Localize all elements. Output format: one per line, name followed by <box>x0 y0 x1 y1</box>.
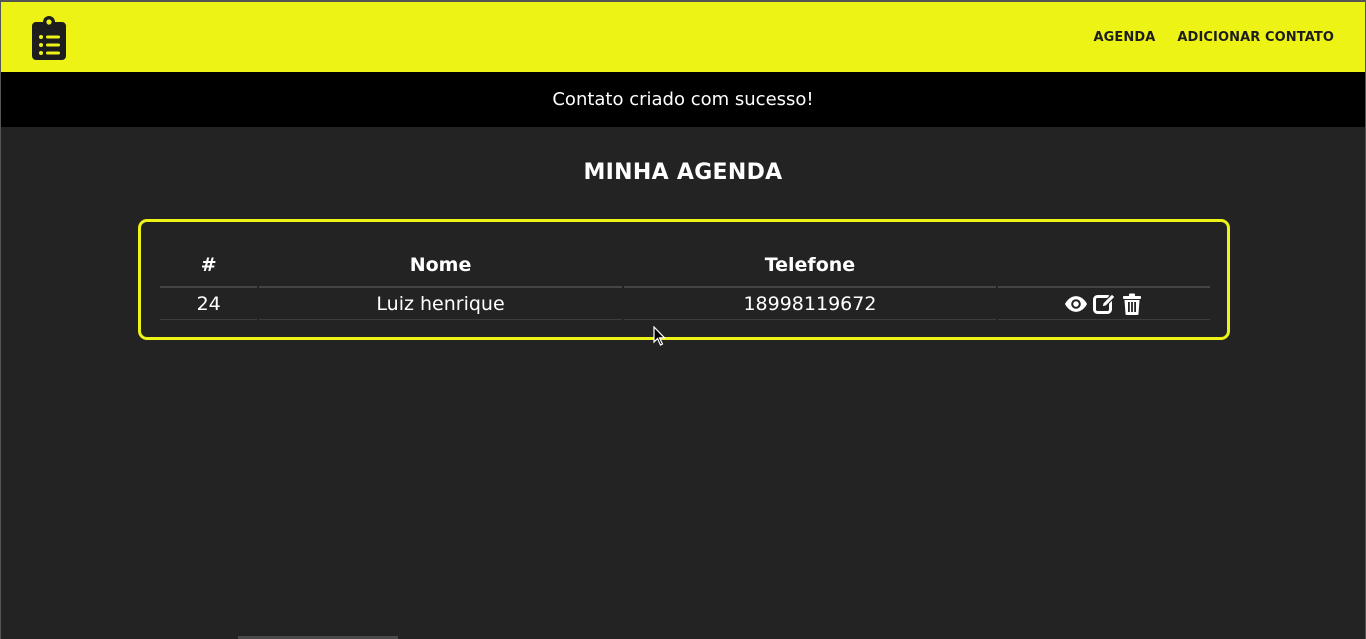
clipboard-list-icon[interactable] <box>31 14 67 60</box>
cell-telefone: 18998119672 <box>623 288 997 320</box>
table-header-row: # Nome Telefone <box>160 244 1210 288</box>
header-id: # <box>160 244 258 288</box>
page: AGENDA ADICIONAR CONTATO Contato criado … <box>0 0 1366 639</box>
contacts-table: # Nome Telefone 24 Luiz henrique 1899811… <box>158 244 1212 320</box>
contacts-card: # Nome Telefone 24 Luiz henrique 1899811… <box>138 219 1230 340</box>
mouse-cursor-icon <box>653 325 667 346</box>
cell-actions <box>998 288 1210 320</box>
page-title: MINHA AGENDA <box>583 160 783 185</box>
header-nome: Nome <box>259 244 622 288</box>
edit-icon[interactable] <box>1092 292 1116 315</box>
header-actions <box>998 244 1210 288</box>
eye-icon[interactable] <box>1064 293 1088 315</box>
header-telefone: Telefone <box>623 244 997 288</box>
cell-id: 24 <box>160 288 258 320</box>
nav-links: AGENDA ADICIONAR CONTATO <box>1093 30 1334 45</box>
table-row: 24 Luiz henrique 18998119672 <box>160 288 1210 320</box>
nav-link-adicionar-contato[interactable]: ADICIONAR CONTATO <box>1177 30 1334 45</box>
cell-nome: Luiz henrique <box>259 288 622 320</box>
navbar: AGENDA ADICIONAR CONTATO <box>1 2 1365 72</box>
trash-icon[interactable] <box>1120 293 1144 315</box>
flash-message: Contato criado com sucesso! <box>1 72 1365 127</box>
row-actions <box>1064 292 1144 315</box>
nav-link-agenda[interactable]: AGENDA <box>1093 30 1155 45</box>
